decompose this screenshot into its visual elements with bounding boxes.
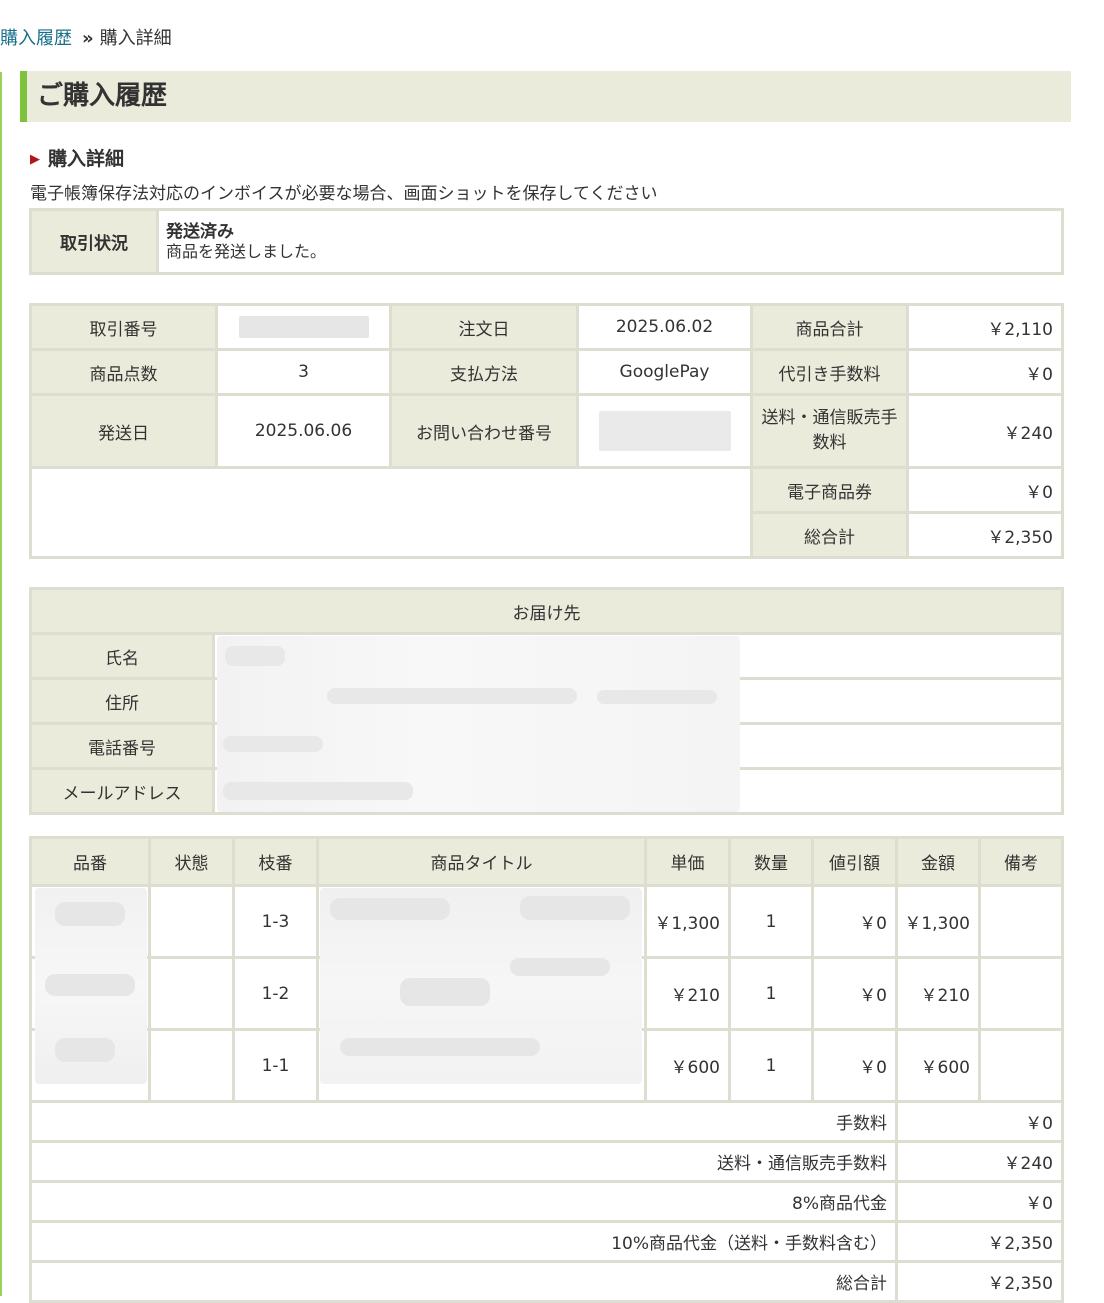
voucher-label: 電子商品券	[750, 466, 909, 514]
cod-fee-label: 代引き手数料	[750, 348, 909, 396]
qty-cell: 1	[728, 956, 814, 1031]
branch-cell: 1-1	[232, 1028, 319, 1103]
breadcrumb-separator: »	[82, 28, 94, 49]
inquiry-number-value	[576, 393, 753, 469]
inquiry-number-label: お問い合わせ番号	[389, 393, 579, 469]
status-value: 発送済み	[166, 221, 234, 242]
invoice-note: 電子帳簿保存法対応のインボイスが必要な場合、画面ショットを保存してください	[30, 184, 658, 204]
discount-cell: ￥0	[811, 884, 898, 959]
item-count-label: 商品点数	[29, 348, 218, 396]
summary-row: 10%商品代金（送料・手数料含む） ￥2,350	[29, 1220, 1064, 1263]
discount-cell: ￥0	[811, 1028, 898, 1103]
shipping-fee-value: ￥240	[906, 393, 1064, 469]
col-amount: 金額	[895, 836, 981, 887]
status-message: 商品を発送しました。	[166, 241, 327, 261]
transaction-number-value	[215, 303, 392, 351]
condition-cell	[148, 884, 235, 959]
status-value-cell: 発送済み 商品を発送しました。	[156, 208, 1064, 275]
amount-cell: ￥1,300	[895, 884, 981, 959]
unit-price-cell: ￥1,300	[644, 884, 731, 959]
redacted-sku-column	[35, 888, 147, 1084]
subtotal-label: 商品合計	[750, 303, 909, 351]
col-sku: 品番	[29, 836, 151, 887]
email-label: メールアドレス	[29, 767, 215, 815]
breadcrumb-link-history[interactable]: 購入履歴	[0, 28, 72, 49]
order-date-label: 注文日	[389, 303, 579, 351]
redacted-inquiry-number	[598, 411, 731, 451]
item-count-value: 3	[215, 348, 392, 396]
condition-cell	[148, 1028, 235, 1103]
redacted-title-column	[320, 888, 642, 1084]
branch-cell: 1-3	[232, 884, 319, 959]
col-condition: 状態	[148, 836, 235, 887]
section-title-text: 購入詳細	[48, 148, 125, 170]
status-label: 取引状況	[29, 208, 159, 275]
remarks-cell	[978, 884, 1064, 959]
breadcrumb: 購入履歴 » 購入詳細	[0, 27, 172, 51]
col-title: 商品タイトル	[316, 836, 647, 887]
triangle-bullet-icon: ▶	[30, 152, 40, 167]
voucher-value: ￥0	[906, 466, 1064, 514]
page-title: ご購入履歴	[20, 71, 1071, 122]
redacted-transaction-number	[238, 316, 369, 338]
col-unit-price: 単価	[644, 836, 731, 887]
summary-label: 8%商品代金	[29, 1180, 898, 1223]
col-discount: 値引額	[811, 836, 898, 887]
remarks-cell	[978, 1028, 1064, 1103]
summary-row: 8%商品代金 ￥0	[29, 1180, 1064, 1223]
summary-value: ￥240	[895, 1140, 1064, 1183]
amount-cell: ￥600	[895, 1028, 981, 1103]
order-total-value: ￥2,350	[906, 511, 1064, 559]
breadcrumb-current: 購入詳細	[99, 28, 172, 49]
col-branch: 枝番	[232, 836, 319, 887]
discount-cell: ￥0	[811, 956, 898, 1031]
summary-label: 手数料	[29, 1100, 898, 1143]
amount-cell: ￥210	[895, 956, 981, 1031]
col-qty: 数量	[728, 836, 814, 887]
qty-cell: 1	[728, 1028, 814, 1103]
summary-value: ￥0	[895, 1100, 1064, 1143]
qty-cell: 1	[728, 884, 814, 959]
phone-label: 電話番号	[29, 722, 215, 770]
transaction-number-label: 取引番号	[29, 303, 218, 351]
summary-value: ￥2,350	[895, 1220, 1064, 1263]
col-remarks: 備考	[978, 836, 1064, 887]
summary-label: 送料・通信販売手数料	[29, 1140, 898, 1183]
unit-price-cell: ￥210	[644, 956, 731, 1031]
remarks-cell	[978, 956, 1064, 1031]
section-title: ▶ 購入詳細	[30, 147, 124, 172]
ship-date-label: 発送日	[29, 393, 218, 469]
left-accent-line	[0, 72, 2, 1296]
destination-header: お届け先	[29, 587, 1064, 635]
shipping-fee-label: 送料・通信販売手数料	[750, 393, 909, 469]
order-date-value: 2025.06.02	[576, 303, 753, 351]
redacted-destination-info	[217, 636, 740, 812]
payment-method-value: GooglePay	[576, 348, 753, 396]
order-total-label: 総合計	[750, 511, 909, 559]
address-label: 住所	[29, 677, 215, 725]
name-label: 氏名	[29, 632, 215, 680]
condition-cell	[148, 956, 235, 1031]
order-info-table: 取引番号 注文日 2025.06.02 商品合計 ￥2,110 商品点数 3 支…	[29, 303, 1064, 559]
summary-row: 送料・通信販売手数料 ￥240	[29, 1140, 1064, 1183]
summary-row: 手数料 ￥0	[29, 1100, 1064, 1143]
unit-price-cell: ￥600	[644, 1028, 731, 1103]
branch-cell: 1-2	[232, 956, 319, 1031]
summary-label: 10%商品代金（送料・手数料含む）	[29, 1220, 898, 1263]
cod-fee-value: ￥0	[906, 348, 1064, 396]
payment-method-label: 支払方法	[389, 348, 579, 396]
subtotal-value: ￥2,110	[906, 303, 1064, 351]
summary-value: ￥0	[895, 1180, 1064, 1223]
status-table: 取引状況 発送済み 商品を発送しました。	[29, 208, 1064, 275]
ship-date-value: 2025.06.06	[215, 393, 392, 469]
empty-area	[29, 466, 753, 559]
